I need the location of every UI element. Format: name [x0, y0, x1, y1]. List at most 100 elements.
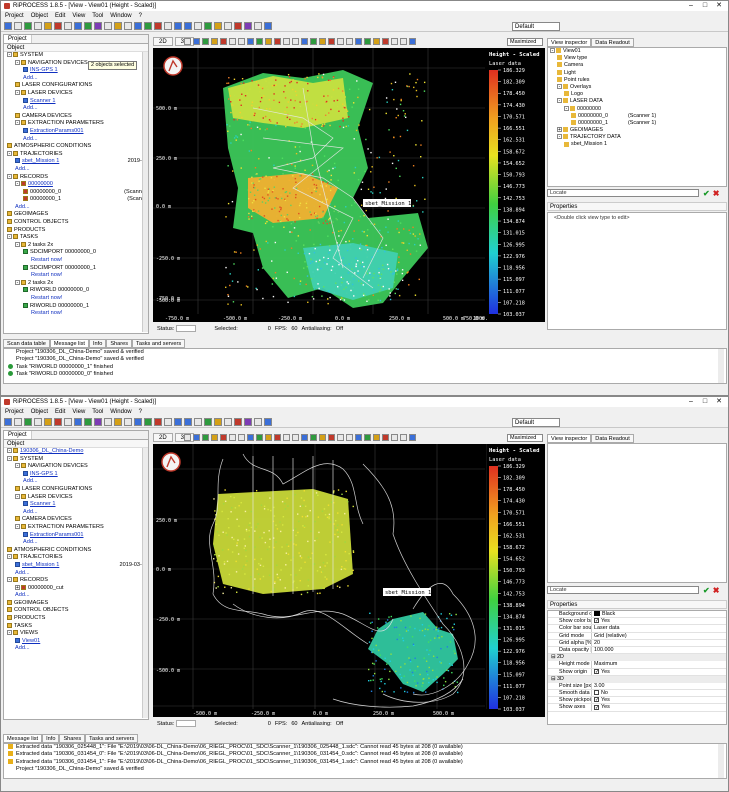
property-section[interactable]: ⊟ 2D [548, 654, 726, 662]
property-section[interactable]: ⊟ 3D [548, 675, 726, 683]
toolbar-button-6[interactable] [64, 417, 72, 426]
inspector-item[interactable]: - TRAJECTORY DATA [550, 134, 726, 141]
add-item-link[interactable]: Add... [4, 645, 148, 653]
menu-help[interactable]: ? [139, 13, 142, 19]
message-row[interactable]: Extracted data "190306_031454_0": File "… [8, 751, 726, 758]
tree-item[interactable]: Scanner 1 [4, 98, 148, 106]
tab-shares[interactable]: Shares [106, 339, 133, 348]
toolbar-button-12[interactable] [124, 417, 132, 426]
add-item-link[interactable]: Add... [4, 478, 148, 486]
property-value[interactable]: 3.00 [592, 683, 605, 689]
toolbar-button-21[interactable] [214, 417, 222, 426]
collapse-icon[interactable]: - [15, 181, 20, 187]
message-row[interactable]: Project "190306_DL_China-Demo" saved & v… [8, 349, 726, 356]
view-tool-button-6[interactable] [238, 38, 245, 45]
toolbar-button-25[interactable] [254, 21, 262, 30]
tree-item[interactable]: PRODUCTS [4, 615, 148, 623]
view-tool-button-19[interactable] [355, 434, 362, 441]
collapse-icon[interactable]: - [7, 577, 12, 583]
tree-item[interactable]: ATMOSPHERIC CONDITIONS [4, 143, 148, 151]
view-tool-button-1[interactable] [193, 434, 200, 441]
add-item-link[interactable]: Add... [4, 105, 148, 113]
view-tool-button-11[interactable] [283, 38, 290, 45]
add-item-link[interactable]: Restart now! [4, 257, 148, 265]
collapse-icon[interactable]: - [557, 84, 562, 90]
collapse-icon[interactable]: - [15, 279, 20, 285]
message-row[interactable]: Extracted data "190306_031454_1": File "… [8, 759, 726, 766]
property-value[interactable]: 100.000 [592, 647, 614, 653]
tree-item[interactable]: -2 tasks 2x [4, 242, 148, 250]
check-icon[interactable]: ✔ [703, 189, 710, 198]
collapse-icon[interactable]: - [15, 463, 20, 469]
view-tool-button-0[interactable] [184, 434, 191, 441]
tree-item[interactable]: 00000000_1 (Scann [4, 196, 148, 204]
inspector-item[interactable]: Light [550, 70, 726, 77]
tab-scan-data-table[interactable]: Scan data table [3, 339, 50, 348]
add-item-link[interactable]: Add... [4, 570, 148, 578]
toolbar-button-12[interactable] [124, 21, 132, 30]
view-tool-button-15[interactable] [319, 38, 326, 45]
toolbar-button-7[interactable] [74, 21, 82, 30]
property-row[interactable]: Show color bar ✓ Yes [548, 618, 726, 626]
tab-tasks-and-servers[interactable]: Tasks and servers [132, 339, 186, 348]
maximize-icon[interactable]: □ [698, 397, 712, 407]
view-tool-button-22[interactable] [382, 434, 389, 441]
tab-project[interactable]: Project [4, 431, 32, 439]
add-item-link[interactable]: Add... [4, 136, 148, 144]
toolbar-button-20[interactable] [204, 21, 212, 30]
style-combo[interactable]: Default [512, 22, 560, 31]
tree-item[interactable]: GEOIMAGES [4, 600, 148, 608]
tree-item[interactable]: - TASKS [4, 234, 148, 242]
message-row[interactable]: Task "RIWORLD 00000000_1" finished [8, 364, 726, 371]
locate-input[interactable]: Locate [547, 189, 699, 197]
tab-message-list[interactable]: Message list [49, 339, 89, 348]
view-tool-button-9[interactable] [265, 38, 272, 45]
tree-item[interactable]: TASKS [4, 623, 148, 631]
property-row[interactable]: Show pickpoi ✓ Yes [548, 697, 726, 705]
tab-data-readout[interactable]: Data Readout [591, 38, 634, 47]
point-cloud-canvas[interactable]: sbet_Mission 1250.0 m0.0 m-250.0 m-500.0… [153, 444, 545, 717]
toolbar-button-14[interactable] [144, 21, 152, 30]
view-tool-button-16[interactable] [328, 434, 335, 441]
collapse-icon[interactable]: - [7, 52, 12, 58]
tree-item[interactable]: - RECORDS [4, 577, 148, 585]
toolbar-button-8[interactable] [84, 417, 92, 426]
toolbar-button-0[interactable] [4, 417, 12, 426]
tree-item[interactable]: - LASER DEVICES [4, 494, 148, 502]
toolbar-button-22[interactable] [224, 417, 232, 426]
tree-item[interactable]: GEOIMAGES [4, 211, 148, 219]
tree-item[interactable]: LASER CONFIGURATIONS [4, 486, 148, 494]
view-tool-button-8[interactable] [256, 38, 263, 45]
menu-tool[interactable]: Tool [92, 13, 103, 19]
add-item-link[interactable]: Add... [4, 166, 148, 174]
add-item-link[interactable]: Add... [4, 204, 148, 212]
tree-item[interactable]: -2 tasks 2x [4, 280, 148, 288]
menu-object[interactable]: Object [31, 13, 48, 19]
toolbar-button-11[interactable] [114, 21, 122, 30]
inspector-item[interactable]: + GEOIMAGES [550, 127, 726, 134]
toolbar-button-11[interactable] [114, 417, 122, 426]
tab-info[interactable]: Info [42, 734, 60, 743]
view-tool-button-18[interactable] [346, 38, 353, 45]
toolbar-button-24[interactable] [244, 21, 252, 30]
view-tool-button-2[interactable] [202, 434, 209, 441]
tree-item[interactable]: - VIEWS [4, 630, 148, 638]
view-tool-button-3[interactable] [211, 434, 218, 441]
menu-window[interactable]: Window [110, 13, 131, 19]
collapse-icon[interactable]: - [15, 120, 20, 126]
toolbar-button-22[interactable] [224, 21, 232, 30]
tree-item[interactable]: SDCIMPORT 00000000_1 [4, 265, 148, 273]
locate-input[interactable]: Locate [547, 586, 699, 594]
tree-item[interactable]: - RECORDS [4, 174, 148, 182]
property-row[interactable]: Smooth data No [548, 690, 726, 698]
toolbar-button-4[interactable] [44, 21, 52, 30]
expand-icon[interactable]: + [15, 584, 20, 590]
laser-data-view[interactable]: sbet_Mission 1 500.0 m 250.0 m 0.0 m -250.0 … [153, 48, 545, 322]
property-value[interactable]: ✓ Yes [592, 697, 610, 703]
tab-2d[interactable]: 2D [153, 433, 173, 442]
toolbar-button-6[interactable] [64, 21, 72, 30]
inspector-item[interactable]: Point rules [550, 77, 726, 84]
collapse-icon[interactable]: - [15, 59, 20, 65]
tab-tasks-and-servers[interactable]: Tasks and servers [85, 734, 139, 743]
tree-item[interactable]: -00000000 [4, 181, 148, 189]
